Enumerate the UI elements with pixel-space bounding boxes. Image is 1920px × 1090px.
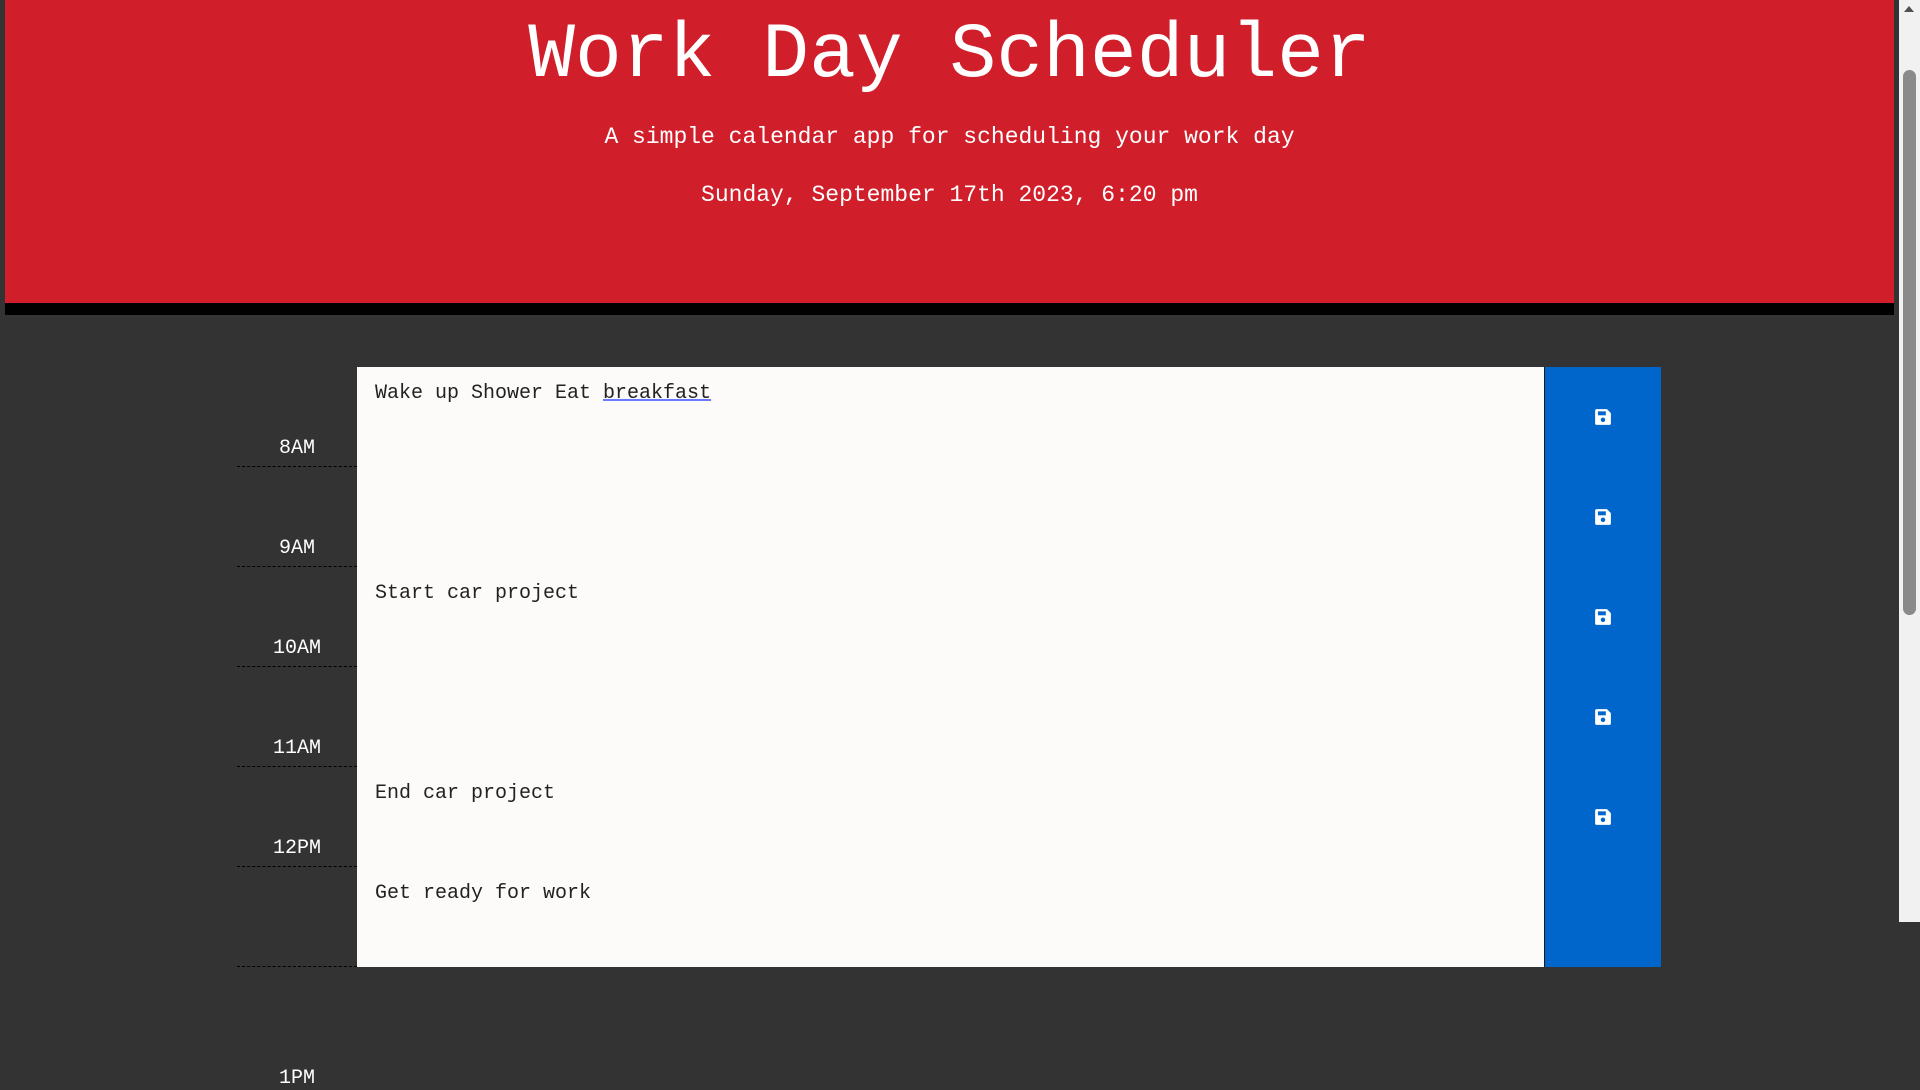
- page-scrollbar[interactable]: [1899, 0, 1920, 922]
- event-textarea[interactable]: Wake up Shower Eat breakfast: [357, 367, 1544, 467]
- hour-label: 9AM: [237, 467, 357, 567]
- event-textarea[interactable]: [357, 667, 1544, 767]
- event-text: Start car project: [375, 582, 580, 605]
- scroll-up-arrow-icon[interactable]: [1904, 6, 1914, 12]
- hour-text: 10AM: [272, 637, 321, 660]
- floppy-disk-icon: [1595, 509, 1611, 525]
- current-day: Sunday, September 17th 2023, 6:20 pm: [701, 182, 1198, 208]
- floppy-disk-icon: [1595, 609, 1611, 625]
- save-button[interactable]: [1544, 767, 1661, 867]
- floppy-disk-icon: [1595, 709, 1611, 725]
- time-block-9am: 9AM: [237, 467, 1661, 567]
- floppy-disk-icon: [1595, 809, 1611, 825]
- event-text: Get ready for work: [375, 882, 592, 905]
- save-button[interactable]: [1544, 367, 1661, 467]
- event-textarea[interactable]: Get ready for work: [357, 867, 1544, 967]
- time-block-11am: 11AM: [237, 667, 1661, 767]
- hour-label: 10AM: [237, 567, 357, 667]
- time-block-12pm: 12PM End car project: [237, 767, 1661, 867]
- event-text-misspelled: breakfast: [603, 382, 712, 405]
- save-button[interactable]: [1544, 467, 1661, 567]
- hour-label: 8AM: [237, 367, 357, 467]
- time-block-list: 8AM Wake up Shower Eat breakfast 9AM 10A…: [237, 367, 1661, 1090]
- save-button[interactable]: [1544, 667, 1661, 767]
- event-textarea[interactable]: End car project: [357, 767, 1544, 867]
- time-block-10am: 10AM Start car project: [237, 567, 1661, 667]
- page-subtitle: A simple calendar app for scheduling you…: [604, 124, 1295, 150]
- event-textarea[interactable]: Start car project: [357, 567, 1544, 667]
- hour-text: 12PM: [272, 837, 321, 860]
- hour-text: 11AM: [272, 737, 321, 760]
- header: Work Day Scheduler A simple calendar app…: [5, 0, 1894, 315]
- hour-text: 8AM: [278, 437, 315, 460]
- save-button[interactable]: [1544, 567, 1661, 667]
- floppy-disk-icon: [1595, 409, 1611, 425]
- hour-text: 9AM: [278, 537, 315, 560]
- page-title: Work Day Scheduler: [528, 12, 1371, 100]
- hour-label: 11AM: [237, 667, 357, 767]
- event-text: End car project: [375, 782, 556, 805]
- hour-label: 1PM: [237, 867, 357, 1090]
- event-textarea[interactable]: [357, 467, 1544, 567]
- event-text: Wake up Shower Eat: [375, 382, 604, 405]
- time-block-8am: 8AM Wake up Shower Eat breakfast: [237, 367, 1661, 467]
- time-block-1pm: 1PM Get ready for work: [237, 867, 1661, 1090]
- scrollbar-thumb[interactable]: [1903, 70, 1916, 615]
- save-button[interactable]: [1544, 867, 1661, 967]
- hour-text: 1PM: [278, 1067, 315, 1090]
- hour-label: 12PM: [237, 767, 357, 867]
